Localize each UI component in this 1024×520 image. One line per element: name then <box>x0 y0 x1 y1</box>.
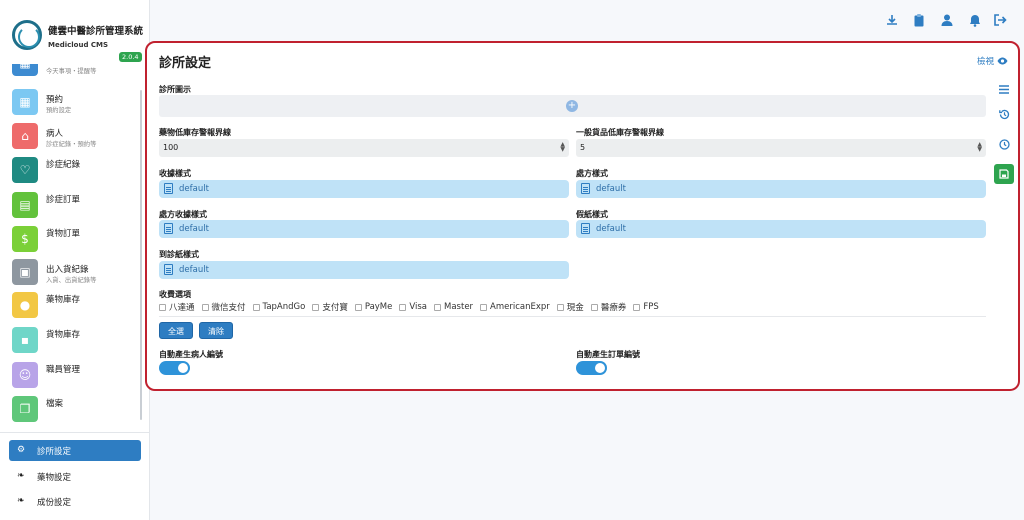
boxes-icon: ▪ <box>12 327 38 353</box>
sidebar-item-stock-record[interactable]: ▣ 出入貨紀錄 入貨、出貨紀錄等 <box>12 257 137 291</box>
auto-patient-toggle[interactable] <box>159 361 190 375</box>
clinic-settings-panel: 診所設定 檢視 診所圖示 + 藥物低庫存警報界線 100 ▲ ▼ 一般貨品低庫存警… <box>145 41 1020 391</box>
prescription-receipt-label: 處方收據樣式 <box>159 210 207 219</box>
save-button[interactable] <box>994 164 1014 184</box>
payment-option-fps[interactable]: FPS <box>633 302 659 312</box>
sidebar: 健雲中醫診所管理系統 Medicloud CMS 2.0.4 ▦ 今天事項・提醒… <box>0 0 150 520</box>
receipt-style-label: 收據樣式 <box>159 169 191 178</box>
medicine-threshold-input[interactable]: 100 ▲ ▼ <box>159 139 569 157</box>
auto-order-toggle[interactable] <box>576 361 607 375</box>
payment-option-visa[interactable]: Visa <box>399 302 427 312</box>
document-icon <box>581 183 590 194</box>
payment-options: 八達通 微信支付 TapAndGo 支付寶 PayMe Visa Master … <box>159 301 666 313</box>
gears-icon: ⚙ <box>17 445 26 455</box>
history-icon[interactable] <box>994 104 1014 124</box>
preview-link[interactable]: 檢視 <box>977 55 1008 67</box>
auto-patient-label: 自動產生病人編號 <box>159 350 223 359</box>
sidebar-scrollbar[interactable] <box>140 90 142 420</box>
sidebar-item-files[interactable]: ❐ 檔案 <box>12 394 137 428</box>
spinner-icon[interactable]: ▲ ▼ <box>977 142 982 153</box>
menu-icon[interactable] <box>994 79 1014 99</box>
auto-order-label: 自動產生訂單編號 <box>576 350 640 359</box>
sidebar-item-clinic-settings[interactable]: ⚙ 診所設定 <box>9 440 141 461</box>
sidebar-item-consultation[interactable]: ♡ 診症紀錄 <box>12 155 137 189</box>
calendar-icon: ▦ <box>12 89 38 115</box>
sidebar-item-consultation-order[interactable]: ▤ 診症訂單 <box>12 190 137 224</box>
sidebar-item-ingredient-settings[interactable]: ❧ 成份設定 <box>9 491 141 512</box>
document-icon <box>164 223 173 234</box>
payment-option-octopus[interactable]: 八達通 <box>159 301 195 313</box>
document-icon <box>164 264 173 275</box>
plus-icon[interactable]: + <box>566 100 578 112</box>
leave-slip-label: 假紙樣式 <box>576 210 608 219</box>
select-all-button[interactable]: 全選 <box>159 322 193 339</box>
page-title: 診所設定 <box>159 56 212 71</box>
warehouse-icon: ▣ <box>12 259 38 285</box>
brand-title: 健雲中醫診所管理系統 <box>48 26 144 37</box>
clipboard-icon[interactable] <box>911 12 927 28</box>
files-icon: ❐ <box>12 396 38 422</box>
brand: 健雲中醫診所管理系統 Medicloud CMS 2.0.4 <box>0 0 149 64</box>
nav-list: ▦ 今天事項・提醒等 ▦ 預約 預約設定 ⌂ 病人 診症紀錄・預約等 ♡ 診症紀… <box>0 64 142 430</box>
clock-icon[interactable] <box>994 134 1014 154</box>
download-icon[interactable] <box>884 12 900 28</box>
sidebar-item-today[interactable]: ▦ 今天事項・提醒等 <box>12 64 137 82</box>
payment-option-wechat-pay[interactable]: 微信支付 <box>201 301 246 313</box>
document-icon <box>164 183 173 194</box>
leaf-icon: ❧ <box>17 471 25 481</box>
spinner-icon[interactable]: ▲ ▼ <box>560 142 565 153</box>
bell-icon[interactable] <box>967 12 983 28</box>
payment-option-voucher[interactable]: 醫療券 <box>590 301 626 313</box>
prescription-style-label: 處方樣式 <box>576 169 608 178</box>
payment-option-payme[interactable]: PayMe <box>354 302 392 312</box>
prescription-receipt-select[interactable]: default <box>159 220 569 238</box>
receipt-style-select[interactable]: default <box>159 180 569 198</box>
sidebar-item-patient[interactable]: ⌂ 病人 診症紀錄・預約等 <box>12 121 137 155</box>
user-icon[interactable] <box>939 12 955 28</box>
version-badge: 2.0.4 <box>119 52 142 62</box>
leaf-icon: ❧ <box>17 496 25 506</box>
payment-option-cash[interactable]: 現金 <box>556 301 584 313</box>
document-icon <box>581 223 590 234</box>
goods-threshold-input[interactable]: 5 ▲ ▼ <box>576 139 986 157</box>
floppy-icon <box>999 169 1009 179</box>
sidebar-item-staff[interactable]: ☺ 職員管理 <box>12 360 137 394</box>
logo-icon <box>12 20 42 50</box>
stethoscope-icon: ♡ <box>12 157 38 183</box>
attendance-slip-label: 到診紙樣式 <box>159 250 199 259</box>
payment-option-tapandgo[interactable]: TapAndGo <box>252 302 305 312</box>
prescription-style-select[interactable]: default <box>576 180 986 198</box>
payment-option-alipay[interactable]: 支付寶 <box>312 301 348 313</box>
payment-options-label: 收費選項 <box>159 290 191 299</box>
logo-upload[interactable]: + <box>159 95 986 117</box>
logout-icon[interactable] <box>992 12 1008 28</box>
pills-icon: ● <box>12 292 38 318</box>
brand-subtitle: Medicloud CMS <box>48 41 109 49</box>
payment-option-amex[interactable]: AmericanExpr <box>480 302 550 312</box>
sidebar-item-appointment[interactable]: ▦ 預約 預約設定 <box>12 87 137 121</box>
medicine-threshold-label: 藥物低庫存警報界線 <box>159 128 231 137</box>
leave-slip-select[interactable]: default <box>576 220 986 238</box>
goods-threshold-label: 一般貨品低庫存警報界線 <box>576 128 664 137</box>
sidebar-divider <box>0 432 150 433</box>
sidebar-item-goods-order[interactable]: $ 貨物訂單 <box>12 224 137 258</box>
payment-option-master[interactable]: Master <box>434 302 473 312</box>
bed-icon: ⌂ <box>12 123 38 149</box>
calendar-icon: ▦ <box>12 64 38 76</box>
sidebar-item-medicine-stock[interactable]: ● 藥物庫存 <box>12 290 137 324</box>
sidebar-item-medicine-settings[interactable]: ❧ 藥物設定 <box>9 466 141 487</box>
divider <box>159 316 986 317</box>
eye-icon <box>997 57 1008 65</box>
sidebar-item-goods-stock[interactable]: ▪ 貨物庫存 <box>12 325 137 359</box>
receipt-icon: $ <box>12 226 38 252</box>
attendance-slip-select[interactable]: default <box>159 261 569 279</box>
clear-button[interactable]: 清除 <box>199 322 233 339</box>
staff-icon: ☺ <box>12 362 38 388</box>
document-icon: ▤ <box>12 192 38 218</box>
logo-label: 診所圖示 <box>159 85 191 94</box>
